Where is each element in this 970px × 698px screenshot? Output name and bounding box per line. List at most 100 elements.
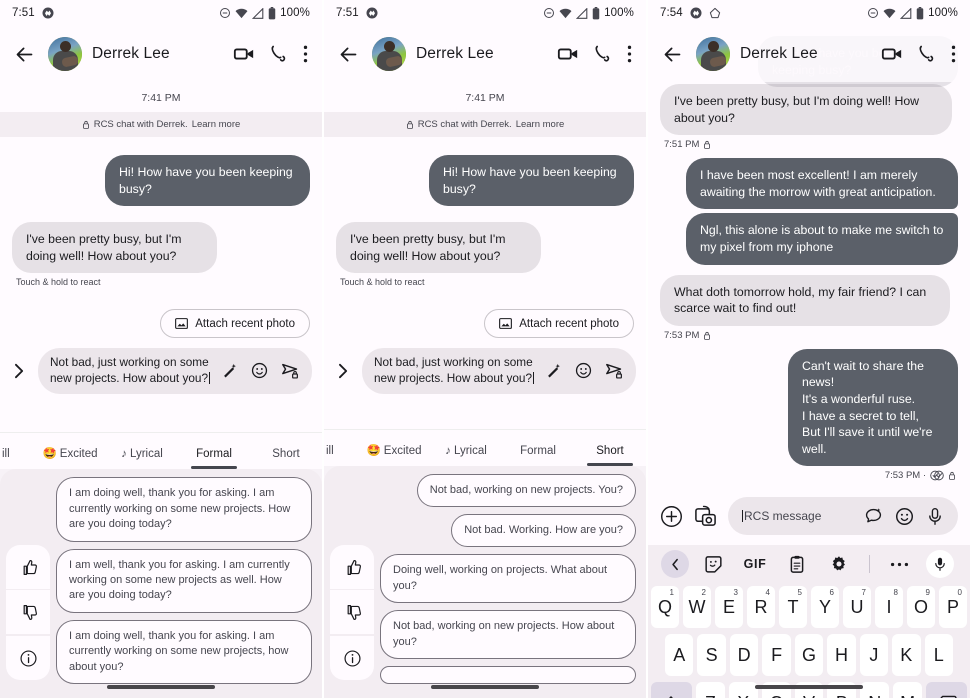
tab-formal[interactable]: Formal	[178, 448, 250, 470]
message-bubble-sent[interactable]: Ngl, this alone is about to make me swit…	[686, 213, 958, 265]
tab-short[interactable]: Short	[250, 448, 322, 469]
message-bubble-sent[interactable]: Hi! How have you been keeping busy?	[105, 155, 310, 207]
message-input-value[interactable]: Not bad, just working on some new projec…	[50, 355, 211, 386]
thumb-up-icon[interactable]	[6, 545, 50, 589]
key-g[interactable]: G	[794, 634, 824, 677]
magic-compose-icon[interactable]	[545, 362, 562, 379]
gear-icon[interactable]	[818, 555, 860, 573]
attach-recent-photo-button[interactable]: Attach recent photo	[484, 309, 634, 339]
emoji-icon[interactable]	[251, 362, 268, 379]
avatar[interactable]	[48, 37, 82, 71]
gesture-nav-bar[interactable]	[648, 676, 970, 698]
message-input-value[interactable]: Not bad, just working on some new projec…	[374, 355, 535, 386]
phone-icon[interactable]	[917, 44, 937, 64]
more-horiz-icon[interactable]	[878, 561, 920, 568]
thumb-down-icon[interactable]	[6, 590, 50, 634]
key-r[interactable]: 4R	[747, 586, 775, 629]
key-i[interactable]: 8I	[875, 586, 903, 629]
key-f[interactable]: F	[762, 634, 791, 677]
message-bubble-received[interactable]: I've been pretty busy, but I'm doing wel…	[336, 222, 541, 274]
contact-name[interactable]: Derrek Lee	[416, 45, 494, 63]
clipboard-icon[interactable]	[776, 555, 818, 574]
key-h[interactable]: H	[827, 634, 856, 677]
message-bubble-sent[interactable]: Can't wait to share the news! It's a won…	[788, 348, 958, 467]
expand-chevron-icon[interactable]	[8, 363, 30, 379]
send-secure-icon[interactable]	[281, 362, 300, 380]
key-e[interactable]: 3E	[715, 586, 743, 629]
suggestion-item[interactable]: Not bad, working on new projects. You?	[416, 473, 636, 508]
contact-name[interactable]: Derrek Lee	[740, 45, 818, 63]
key-a[interactable]: A	[665, 634, 694, 677]
suggestion-item[interactable]: Not bad. Working. How are you?	[451, 514, 636, 548]
key-o[interactable]: 9O	[907, 586, 935, 629]
key-l[interactable]: L	[924, 634, 953, 677]
more-vert-icon[interactable]	[303, 44, 308, 64]
key-d[interactable]: D	[729, 634, 759, 677]
message-bubble-sent[interactable]: I have been most excellent! I am merely …	[686, 158, 958, 210]
tab-formal[interactable]: Formal	[502, 445, 574, 466]
phone-icon[interactable]	[593, 44, 613, 64]
key-j[interactable]: J	[859, 634, 889, 677]
key-k[interactable]: K	[892, 634, 921, 677]
magic-compose-icon[interactable]	[864, 507, 883, 526]
thumb-up-icon[interactable]	[330, 545, 374, 589]
sticker-icon[interactable]	[692, 555, 734, 574]
plus-icon[interactable]	[660, 505, 683, 528]
key-y[interactable]: 6Y	[811, 586, 839, 629]
emoji-icon[interactable]	[895, 507, 914, 526]
thumb-down-icon[interactable]	[330, 590, 374, 634]
message-input-placeholder[interactable]: RCS message	[742, 509, 852, 523]
tab-lyrical[interactable]: ♪ Lyrical	[106, 448, 178, 469]
key-q[interactable]: 1Q	[651, 586, 679, 629]
info-icon[interactable]	[6, 636, 50, 680]
attach-recent-photo-button[interactable]: Attach recent photo	[160, 309, 310, 339]
avatar[interactable]	[372, 37, 406, 71]
more-vert-icon[interactable]	[951, 44, 956, 64]
tab-chill[interactable]: ill	[324, 445, 358, 466]
key-s[interactable]: S	[697, 634, 726, 677]
gesture-nav-bar[interactable]	[0, 676, 322, 698]
video-call-icon[interactable]	[557, 43, 579, 65]
key-w[interactable]: 2W	[683, 586, 711, 629]
key-t[interactable]: 5T	[779, 586, 807, 629]
message-bubble-received[interactable]: I've been pretty busy, but I'm doing wel…	[12, 222, 217, 274]
more-vert-icon[interactable]	[627, 44, 632, 64]
message-bubble-received[interactable]: I've been pretty busy, but I'm doing wel…	[660, 84, 952, 136]
suggestion-item[interactable]: I am doing well, thank you for asking. I…	[56, 477, 312, 542]
rcs-learn-more-link[interactable]: Learn more	[192, 119, 241, 130]
suggestion-item[interactable]: Doing well, working on projects. What ab…	[380, 554, 636, 604]
expand-chevron-icon[interactable]	[332, 363, 354, 379]
tab-lyrical[interactable]: ♪ Lyrical	[430, 445, 502, 466]
contact-name[interactable]: Derrek Lee	[92, 45, 170, 63]
back-arrow-icon[interactable]	[10, 40, 38, 68]
gesture-nav-bar[interactable]	[324, 676, 646, 698]
back-arrow-icon[interactable]	[334, 40, 362, 68]
video-call-icon[interactable]	[233, 43, 255, 65]
send-secure-icon[interactable]	[605, 362, 624, 380]
keyboard-back-button[interactable]	[658, 550, 692, 579]
gif-button[interactable]: GIF	[734, 557, 776, 571]
message-input-field[interactable]: Not bad, just working on some new projec…	[362, 348, 636, 394]
mic-icon[interactable]	[926, 507, 944, 526]
info-icon[interactable]	[330, 636, 374, 680]
message-bubble-received[interactable]: What doth tomorrow hold, my fair friend?…	[660, 274, 950, 326]
avatar[interactable]	[696, 37, 730, 71]
suggestion-item[interactable]: I am well, thank you for asking. I am cu…	[56, 548, 312, 613]
mic-icon[interactable]	[926, 550, 954, 579]
magic-compose-icon[interactable]	[221, 362, 238, 379]
keyboard-mic-button[interactable]	[920, 550, 960, 579]
message-input-field[interactable]: Not bad, just working on some new projec…	[38, 348, 312, 394]
tab-chill[interactable]: ill	[0, 448, 34, 469]
suggestion-item[interactable]: Not bad, working on new projects. How ab…	[380, 610, 636, 659]
back-arrow-icon[interactable]	[658, 40, 686, 68]
tab-excited[interactable]: 🤩 Excited	[34, 446, 106, 469]
video-call-icon[interactable]	[881, 43, 903, 65]
chevron-left-icon[interactable]	[661, 550, 689, 579]
tab-excited[interactable]: 🤩 Excited	[358, 443, 430, 466]
message-bubble-sent[interactable]: Hi! How have you been keeping busy?	[429, 155, 634, 207]
message-input-field[interactable]: RCS message	[728, 497, 958, 536]
suggestion-item[interactable]: I am doing well, thank you for asking. I…	[56, 619, 312, 684]
emoji-icon[interactable]	[575, 362, 592, 379]
phone-icon[interactable]	[269, 44, 289, 64]
gallery-camera-icon[interactable]	[694, 505, 717, 528]
